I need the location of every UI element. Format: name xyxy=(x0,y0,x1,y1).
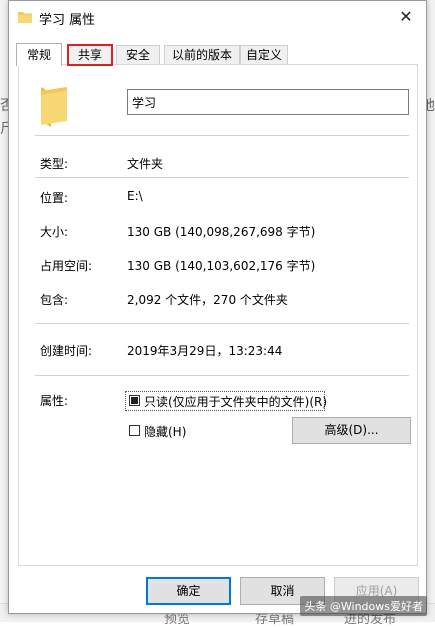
hidden-checkbox[interactable] xyxy=(129,425,140,436)
tab-previous-versions[interactable]: 以前的版本 xyxy=(164,45,240,65)
size-on-disk-label: 占用空间: xyxy=(40,259,93,273)
general-panel: 类型: 文件夹 位置: E:\ 大小: 130 GB (140,098,267,… xyxy=(18,64,418,566)
attributes-label: 属性: xyxy=(40,394,69,408)
folder-icon xyxy=(41,87,67,127)
readonly-label[interactable]: 只读(仅应用于文件夹中的文件)(R) xyxy=(144,393,327,410)
contains-label: 包含: xyxy=(40,293,69,307)
folder-icon xyxy=(18,12,32,23)
contains-value: 2,092 个文件，270 个文件夹 xyxy=(127,293,288,307)
type-label: 类型: xyxy=(40,157,69,171)
separator xyxy=(35,135,409,136)
ok-button[interactable]: 确定 xyxy=(146,577,231,605)
size-on-disk-value: 130 GB (140,103,602,176 字节) xyxy=(127,259,316,273)
hidden-label[interactable]: 隐藏(H) xyxy=(144,423,186,440)
background-app-left xyxy=(0,0,8,622)
separator xyxy=(35,323,409,324)
size-label: 大小: xyxy=(40,225,69,239)
close-button[interactable]: ✕ xyxy=(386,1,426,33)
folder-name-input[interactable] xyxy=(127,89,409,115)
separator xyxy=(35,177,409,178)
size-value: 130 GB (140,098,267,698 字节) xyxy=(127,225,316,239)
tab-general[interactable]: 常规 xyxy=(16,43,62,66)
type-value: 文件夹 xyxy=(127,157,164,171)
created-value: 2019年3月29日，13:23:44 xyxy=(127,344,283,358)
created-label: 创建时间: xyxy=(40,344,93,358)
separator xyxy=(35,375,409,376)
properties-dialog: 学习 属性 ✕ 常规 共享 安全 以前的版本 自定义 类型: 文件夹 位置: E… xyxy=(8,0,427,614)
location-value: E:\ xyxy=(127,189,143,203)
watermark: 头条 @Windows爱好者 xyxy=(300,596,427,616)
title-bar[interactable]: 学习 属性 ✕ xyxy=(9,1,426,33)
readonly-checkbox[interactable] xyxy=(129,395,140,406)
tab-security[interactable]: 安全 xyxy=(116,45,160,65)
window-title: 学习 属性 xyxy=(39,13,96,28)
tab-sharing[interactable]: 共享 xyxy=(67,44,113,66)
tab-customize[interactable]: 自定义 xyxy=(240,45,288,65)
location-label: 位置: xyxy=(40,191,69,205)
advanced-button[interactable]: 高级(D)... xyxy=(292,417,411,444)
